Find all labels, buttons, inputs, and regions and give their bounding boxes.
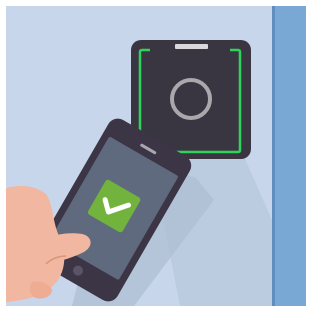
reader-top-light	[175, 44, 208, 49]
illustration-canvas	[0, 0, 312, 312]
wall-edge-shade	[272, 6, 275, 306]
wall-edge	[272, 6, 306, 306]
illustration-scene	[0, 0, 312, 312]
